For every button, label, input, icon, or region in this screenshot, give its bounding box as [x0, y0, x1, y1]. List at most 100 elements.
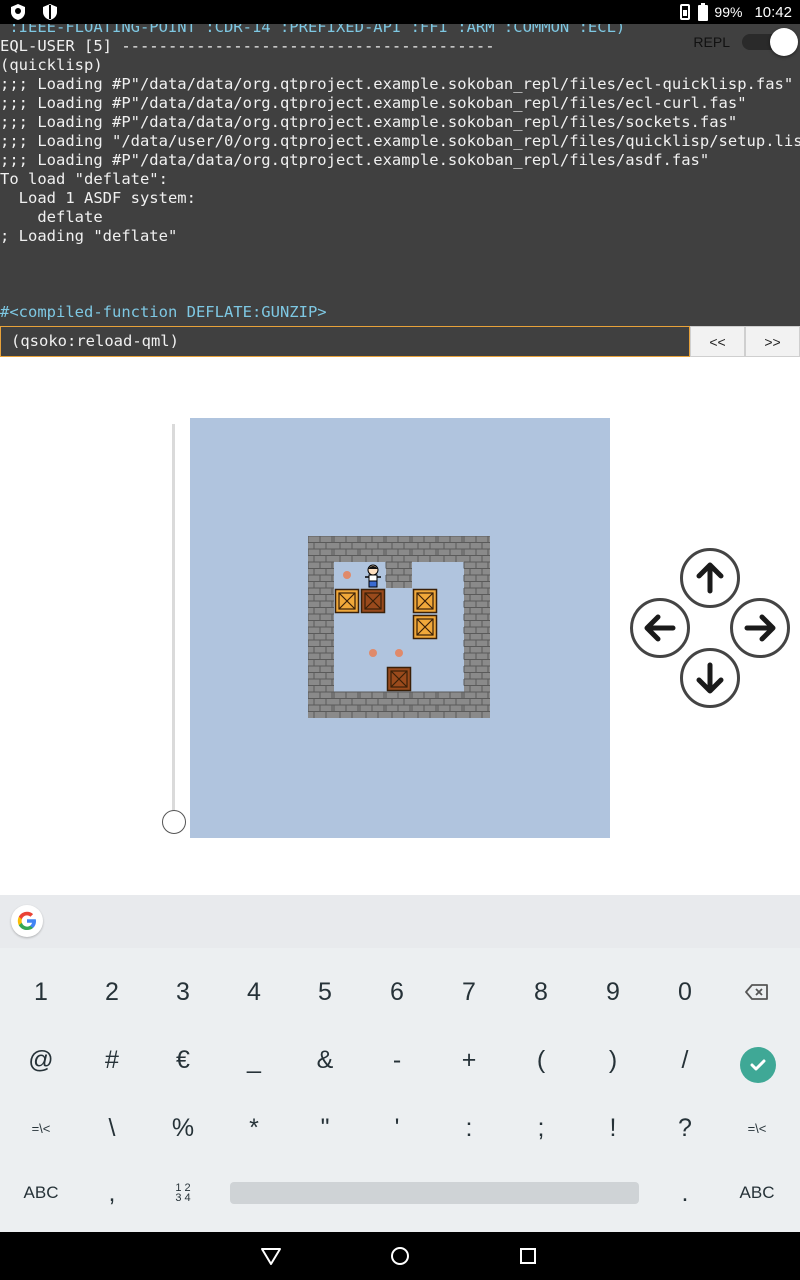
repl-output-line — [0, 265, 800, 284]
key[interactable]: 0 — [649, 959, 721, 1025]
player — [365, 564, 381, 588]
symbols-page-key[interactable]: =\< — [5, 1095, 77, 1161]
vibrate-icon — [680, 4, 691, 20]
history-next-button[interactable]: >> — [745, 326, 800, 357]
done-key[interactable] — [740, 1047, 776, 1083]
move-left-button[interactable] — [630, 598, 690, 658]
wall-tile — [308, 691, 334, 718]
key[interactable]: \ — [76, 1095, 148, 1161]
crate — [412, 588, 438, 614]
repl-switch-thumb[interactable] — [770, 28, 798, 56]
wall-tile — [308, 639, 334, 666]
repl-output-line: deflate — [0, 208, 103, 226]
history-previous-button[interactable]: << — [690, 326, 745, 357]
key[interactable]: - — [361, 1027, 433, 1093]
key[interactable]: 8 — [505, 959, 577, 1025]
key[interactable]: 2 — [76, 959, 148, 1025]
backspace-key[interactable] — [721, 959, 793, 1025]
repl-output-line — [0, 246, 800, 265]
key[interactable]: # — [76, 1027, 148, 1093]
repl-output-panel[interactable]: :IEEE-FLOATING-POINT :CDR-14 :PREFIXED-A… — [0, 24, 800, 327]
wall-tile — [463, 691, 490, 718]
move-right-button[interactable] — [730, 598, 790, 658]
key[interactable]: € — [147, 1027, 219, 1093]
level-slider-track[interactable] — [172, 424, 175, 816]
repl-command-input[interactable]: (qsoko:reload-qml) — [0, 326, 690, 357]
key[interactable]: ) — [577, 1027, 649, 1093]
key[interactable]: ( — [505, 1027, 577, 1093]
back-icon[interactable] — [259, 1244, 283, 1268]
key[interactable]: / — [649, 1027, 721, 1093]
repl-output-line: :IEEE-FLOATING-POINT :CDR-14 :PREFIXED-A… — [0, 24, 626, 36]
shield-icon — [11, 4, 25, 20]
key[interactable]: * — [218, 1095, 290, 1161]
repl-switch[interactable] — [742, 28, 798, 56]
repl-output-line: ;;; Loading #P"/data/data/org.qtproject.… — [0, 113, 738, 131]
google-icon[interactable] — [11, 905, 43, 937]
shield-icon — [43, 4, 57, 20]
command-row: (qsoko:reload-qml) << >> — [0, 326, 800, 357]
goal-spot — [343, 571, 351, 579]
key[interactable]: + — [433, 1027, 505, 1093]
crate — [334, 588, 360, 614]
wall-tile — [385, 691, 412, 718]
key[interactable]: % — [147, 1095, 219, 1161]
move-up-button[interactable] — [680, 548, 740, 608]
key[interactable]: 1 — [5, 959, 77, 1025]
abc-key[interactable]: ABC — [5, 1160, 77, 1226]
wall-tile — [385, 536, 412, 562]
goal-spot — [369, 649, 377, 657]
up-arrow-icon — [696, 562, 724, 594]
key[interactable]: 7 — [433, 959, 505, 1025]
move-down-button[interactable] — [680, 648, 740, 708]
key[interactable]: & — [289, 1027, 361, 1093]
key[interactable]: ! — [577, 1095, 649, 1161]
repl-toggle[interactable]: REPL — [693, 28, 798, 56]
wall-tile — [308, 561, 334, 588]
keyboard-suggestion-strip — [0, 895, 800, 948]
sokoban-level — [308, 536, 490, 718]
repl-output-line: ;;; Loading "/data/user/0/org.qtproject.… — [0, 132, 800, 150]
key[interactable]: 9 — [577, 959, 649, 1025]
repl-output-line: #<compiled-function DEFLATE:GUNZIP> — [0, 303, 327, 321]
navigation-bar — [0, 1232, 800, 1280]
crate-on-goal — [386, 666, 412, 692]
wall-tile — [308, 665, 334, 692]
key[interactable]: . — [649, 1160, 721, 1226]
key[interactable]: ' — [361, 1095, 433, 1161]
level-slider-handle[interactable] — [162, 810, 186, 834]
backspace-icon — [745, 984, 768, 1000]
key[interactable]: , — [76, 1160, 148, 1226]
goal-spot — [395, 649, 403, 657]
key[interactable]: ; — [505, 1095, 577, 1161]
repl-output: :IEEE-FLOATING-POINT :CDR-14 :PREFIXED-A… — [0, 24, 800, 322]
checkmark-icon — [750, 1059, 766, 1071]
recents-icon[interactable] — [516, 1244, 540, 1268]
key[interactable]: : — [433, 1095, 505, 1161]
battery-percent: 99% — [714, 4, 743, 20]
crate-on-goal — [360, 588, 386, 614]
wall-tile — [463, 665, 490, 692]
sokoban-board — [190, 418, 610, 838]
key[interactable]: @ — [5, 1027, 77, 1093]
repl-output-line: ;;; Loading #P"/data/data/org.qtproject.… — [0, 94, 747, 112]
wall-tile — [308, 587, 334, 614]
key[interactable]: 4 — [218, 959, 290, 1025]
key[interactable]: " — [289, 1095, 361, 1161]
key[interactable]: 5 — [289, 959, 361, 1025]
symbols-page-key[interactable]: =\< — [721, 1095, 793, 1161]
wall-tile — [463, 536, 490, 562]
space-bar[interactable] — [230, 1182, 639, 1204]
wall-tile — [333, 536, 360, 562]
key[interactable]: ? — [649, 1095, 721, 1161]
home-icon[interactable] — [388, 1244, 412, 1268]
wall-tile — [463, 587, 490, 614]
key[interactable]: _ — [218, 1027, 290, 1093]
numpad-key[interactable]: 1 23 4 — [147, 1160, 219, 1226]
wall-tile — [411, 691, 438, 718]
abc-key[interactable]: ABC — [721, 1160, 793, 1226]
repl-output-line: (quicklisp) — [0, 56, 103, 74]
key[interactable]: 3 — [147, 959, 219, 1025]
direction-pad — [630, 548, 790, 708]
key[interactable]: 6 — [361, 959, 433, 1025]
